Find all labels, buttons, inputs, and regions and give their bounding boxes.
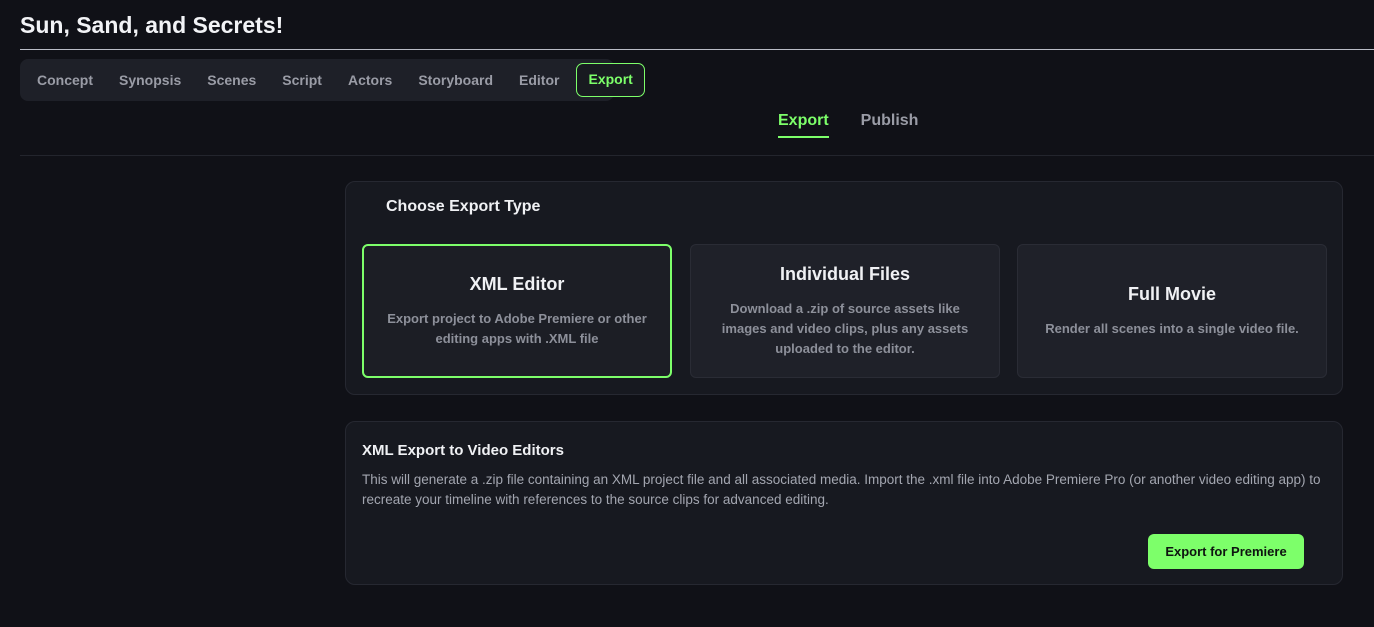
step-script[interactable]: Script bbox=[269, 63, 335, 97]
individual-files-card[interactable]: Individual Files Download a .zip of sour… bbox=[690, 244, 1000, 378]
step-scenes[interactable]: Scenes bbox=[194, 63, 269, 97]
card-title: XML Editor bbox=[469, 273, 565, 294]
card-description: Render all scenes into a single video fi… bbox=[1045, 320, 1299, 336]
tab-publish[interactable]: Publish bbox=[861, 112, 919, 138]
card-title: Individual Files bbox=[779, 263, 911, 284]
xml-export-panel: XML Export to Video Editors This will ge… bbox=[345, 421, 1343, 585]
export-for-premiere-button[interactable]: Export for Premiere bbox=[1148, 534, 1304, 569]
step-editor[interactable]: Editor bbox=[506, 63, 572, 97]
workflow-stepper: Concept Synopsis Scenes Script Actors St… bbox=[20, 59, 645, 101]
card-description: Export project to Adobe Premiere or othe… bbox=[387, 310, 647, 346]
export-subtabs: Export Publish bbox=[778, 112, 918, 138]
export-type-panel: Choose Export Type XML Editor Export pro… bbox=[345, 181, 1343, 395]
xml-export-description: This will generate a .zip file containin… bbox=[362, 472, 1321, 507]
tab-export[interactable]: Export bbox=[778, 112, 829, 138]
subtabs-divider bbox=[20, 155, 1374, 156]
xml-editor-card[interactable]: XML Editor Export project to Adobe Premi… bbox=[362, 244, 672, 378]
project-title: Sun, Sand, and Secrets! bbox=[20, 12, 284, 38]
xml-export-title: XML Export to Video Editors bbox=[362, 442, 564, 459]
step-concept[interactable]: Concept bbox=[24, 63, 106, 97]
export-type-heading: Choose Export Type bbox=[386, 198, 541, 215]
step-export[interactable]: Export bbox=[576, 63, 645, 97]
full-movie-card[interactable]: Full Movie Render all scenes into a sing… bbox=[1017, 244, 1327, 378]
step-synopsis[interactable]: Synopsis bbox=[106, 63, 194, 97]
card-description: Download a .zip of source assets like im… bbox=[721, 300, 969, 356]
step-storyboard[interactable]: Storyboard bbox=[405, 63, 506, 97]
card-title: Full Movie bbox=[1127, 283, 1216, 304]
step-actors[interactable]: Actors bbox=[335, 63, 405, 97]
title-divider bbox=[20, 49, 1374, 50]
